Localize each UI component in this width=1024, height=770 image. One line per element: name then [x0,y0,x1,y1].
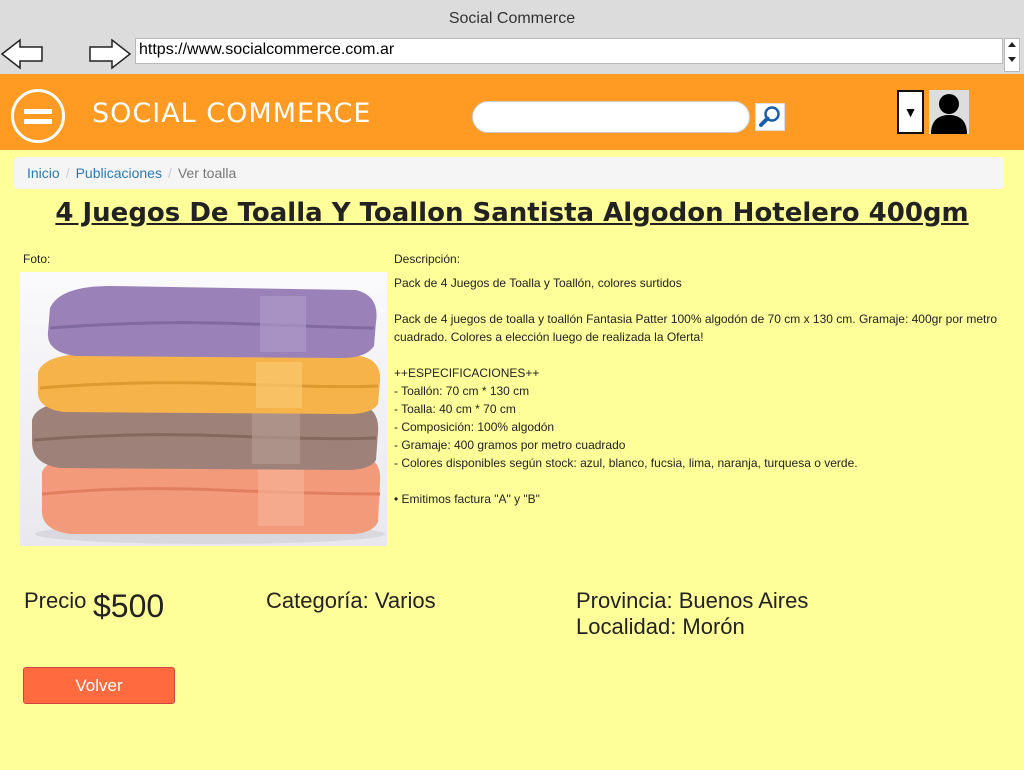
search-button[interactable] [755,103,785,131]
hamburger-circle-icon [24,109,52,114]
product-photo [20,272,387,546]
url-scrollbar[interactable] [1004,38,1020,72]
product-description: Pack de 4 Juegos de Toalla y Toallón, co… [394,274,1006,508]
breadcrumb-publications[interactable]: Publicaciones [76,165,162,181]
brand-title[interactable]: SOCIAL COMMERCE [92,98,371,129]
page-title: 4 Juegos De Toalla Y Toallon Santista Al… [55,198,969,228]
menu-button[interactable] [11,89,65,143]
magnifier-icon [759,106,780,127]
breadcrumb-home[interactable]: Inicio [27,165,60,181]
scroll-up-icon[interactable] [1008,42,1016,47]
spec-item: - Gramaje: 400 gramos por metro cuadrado [394,438,626,452]
towel-stack-image [20,272,387,546]
breadcrumb: Inicio / Publicaciones / Ver toalla [14,157,1004,189]
locality: Localidad: Morón [576,614,745,639]
search-input[interactable] [472,101,750,133]
breadcrumb-separator: / [167,165,172,181]
breadcrumb-current: Ver toalla [177,165,237,181]
invoice-note: • Emitimos factura "A" y "B" [394,492,540,506]
scroll-down-icon[interactable] [1008,57,1016,62]
description-summary: Pack de 4 Juegos de Toalla y Toallón, co… [394,276,682,290]
spec-item: - Toalla: 40 cm * 70 cm [394,402,516,416]
spec-item: - Toallón: 70 cm * 130 cm [394,384,530,398]
spec-item: - Composición: 100% algodón [394,420,555,434]
browser-chrome: Social Commerce https://www.socialcommer… [0,0,1024,74]
breadcrumb-separator: / [65,165,70,181]
back-button[interactable]: Volver [23,667,175,704]
price-value: $500 [93,588,165,624]
avatar[interactable] [929,90,969,134]
user-silhouette-icon [931,94,967,134]
window-title: Social Commerce [448,10,576,27]
description-detail: Pack de 4 juegos de toalla y toallón Fan… [394,312,998,344]
category: Categoría: Varios [266,588,436,613]
forward-arrow-icon[interactable] [88,38,132,70]
specs-header: ++ESPECIFICACIONES++ [394,366,540,380]
back-arrow-icon[interactable] [0,38,44,70]
province: Provincia: Buenos Aires [576,588,809,613]
price-label: Precio [24,588,87,613]
description-label: Descripción: [394,252,461,266]
url-bar[interactable]: https://www.socialcommerce.com.ar [135,38,1003,64]
spec-item: - Colores disponibles según stock: azul,… [394,456,858,470]
site-header: SOCIAL COMMERCE ▼ [0,74,1024,150]
hamburger-line [24,119,52,124]
user-menu-dropdown[interactable]: ▼ [897,90,924,134]
photo-label: Foto: [23,252,51,266]
